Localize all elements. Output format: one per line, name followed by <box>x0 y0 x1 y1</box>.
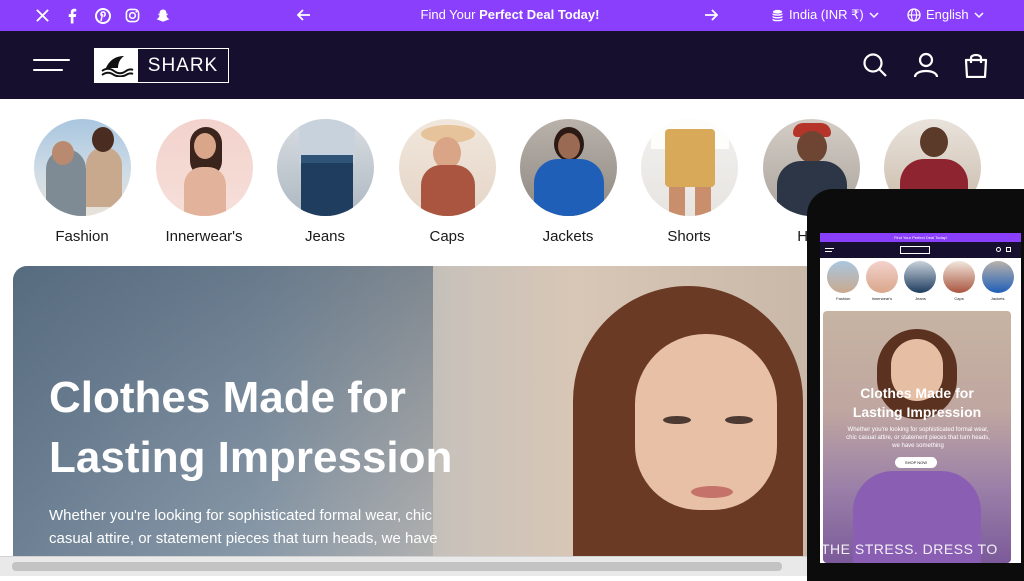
hero-model-eye <box>663 416 691 424</box>
hero-title-line: Clothes Made for <box>49 373 406 422</box>
chevron-down-icon <box>869 12 879 19</box>
mobile-category: Fashion <box>826 261 860 301</box>
category-image <box>276 119 374 216</box>
mobile-marquee-text: THE STRESS. DRESS TO <box>823 541 998 557</box>
hero-model-eye <box>725 416 753 424</box>
pinterest-icon[interactable] <box>94 7 111 24</box>
arrow-right-icon[interactable] <box>703 7 719 23</box>
mobile-preview-screen: Find Your Perfect Deal Today! Fashion In… <box>820 233 1021 563</box>
promo-prefix: Find Your <box>420 7 480 22</box>
currency-selector[interactable]: India (INR ₹) <box>771 7 879 23</box>
mobile-search-icon <box>996 247 1001 252</box>
mobile-category: Jeans <box>903 261 937 301</box>
category-label: Jeans <box>304 228 346 245</box>
mobile-hero-title: Clothes Made for Lasting Impression <box>823 384 1011 422</box>
category-label: Jackets <box>542 228 594 245</box>
hero-description-line: casual attire, or statement pieces that … <box>49 530 438 547</box>
account-icon[interactable] <box>913 52 939 78</box>
category-fashion[interactable]: Fashion <box>27 119 137 245</box>
site-logo[interactable]: SHARK <box>94 48 229 83</box>
category-label: Innerwear's <box>165 228 243 245</box>
mobile-hero-title-line: Lasting Impression <box>852 404 982 420</box>
mobile-hero-title-line: Clothes Made for <box>860 385 974 401</box>
mobile-logo <box>900 246 930 254</box>
logo-wordmark: SHARK <box>147 54 219 76</box>
mobile-category-label: Caps <box>954 296 964 301</box>
mobile-category-row: Fashion Innerwear's Jeans Caps Jackets <box>820 261 1021 301</box>
shark-fin-icon <box>95 49 138 82</box>
promo-highlight: Perfect Deal Today! <box>479 7 600 22</box>
category-jackets[interactable]: Jackets <box>513 119 623 245</box>
mobile-category-label: Jeans <box>915 296 926 301</box>
mobile-category-label: Jackets <box>990 296 1005 301</box>
hero-model-lips <box>691 486 733 498</box>
hero-model-face <box>635 334 777 510</box>
category-image <box>519 119 617 216</box>
mobile-header <box>820 242 1021 258</box>
mobile-preview-frame: Find Your Perfect Deal Today! Fashion In… <box>807 189 1024 581</box>
chevron-down-icon <box>974 11 984 18</box>
currency-label: India (INR ₹) <box>789 7 864 22</box>
menu-icon[interactable] <box>33 57 70 73</box>
category-image <box>155 119 253 216</box>
snapchat-icon[interactable] <box>154 7 171 24</box>
hero-description: Whether you're looking for sophisticated… <box>49 504 469 550</box>
mobile-cart-icon <box>1006 247 1011 252</box>
category-image <box>398 119 496 216</box>
globe-icon <box>907 7 921 22</box>
mobile-announcement-bar: Find Your Perfect Deal Today! <box>820 233 1021 242</box>
mobile-category: Jackets <box>981 261 1015 301</box>
category-image <box>640 119 738 216</box>
mobile-category-label: Innerwear's <box>871 296 893 301</box>
cart-icon[interactable] <box>963 52 989 78</box>
mobile-category-label: Fashion <box>836 296 851 301</box>
hero-description-line: Whether you're looking for sophisticated… <box>49 507 433 524</box>
promo-message: Find Your Perfect Deal Today! <box>330 7 690 22</box>
category-shorts[interactable]: Shorts <box>634 119 744 245</box>
arrow-left-icon[interactable] <box>296 7 312 23</box>
category-jeans[interactable]: Jeans <box>270 119 380 245</box>
hero-title-line: Lasting Impression <box>49 433 453 482</box>
hero-banner: Clothes Made for Lasting Impression Whet… <box>13 266 813 576</box>
coins-icon <box>772 9 783 21</box>
category-label: Caps <box>429 228 465 245</box>
category-image <box>33 119 131 216</box>
category-innerwear[interactable]: Innerwear's <box>149 119 259 245</box>
mobile-hero-description: Whether you're looking for sophisticated… <box>846 427 990 449</box>
search-icon[interactable] <box>862 52 888 78</box>
category-label: Fashion <box>55 228 109 245</box>
mobile-hero-banner: Clothes Made for Lasting Impression Whet… <box>823 311 1011 563</box>
language-label: English <box>926 7 969 22</box>
language-selector[interactable]: English <box>907 7 984 22</box>
mobile-category: Innerwear's <box>865 261 899 301</box>
facebook-icon[interactable] <box>64 7 81 24</box>
x-icon[interactable] <box>34 7 51 24</box>
category-caps[interactable]: Caps <box>392 119 502 245</box>
instagram-icon[interactable] <box>124 7 141 24</box>
hero-title: Clothes Made for Lasting Impression <box>49 368 509 488</box>
announcement-bar: Find Your Perfect Deal Today! India (INR… <box>0 0 1024 31</box>
mobile-category: Caps <box>942 261 976 301</box>
horizontal-scrollbar[interactable] <box>0 556 807 576</box>
scrollbar-thumb[interactable] <box>12 562 782 571</box>
category-label: Shorts <box>667 228 711 245</box>
social-links <box>34 7 171 24</box>
site-header: SHARK <box>0 31 1024 99</box>
mobile-shop-now-button[interactable]: SHOP NOW <box>895 457 937 468</box>
